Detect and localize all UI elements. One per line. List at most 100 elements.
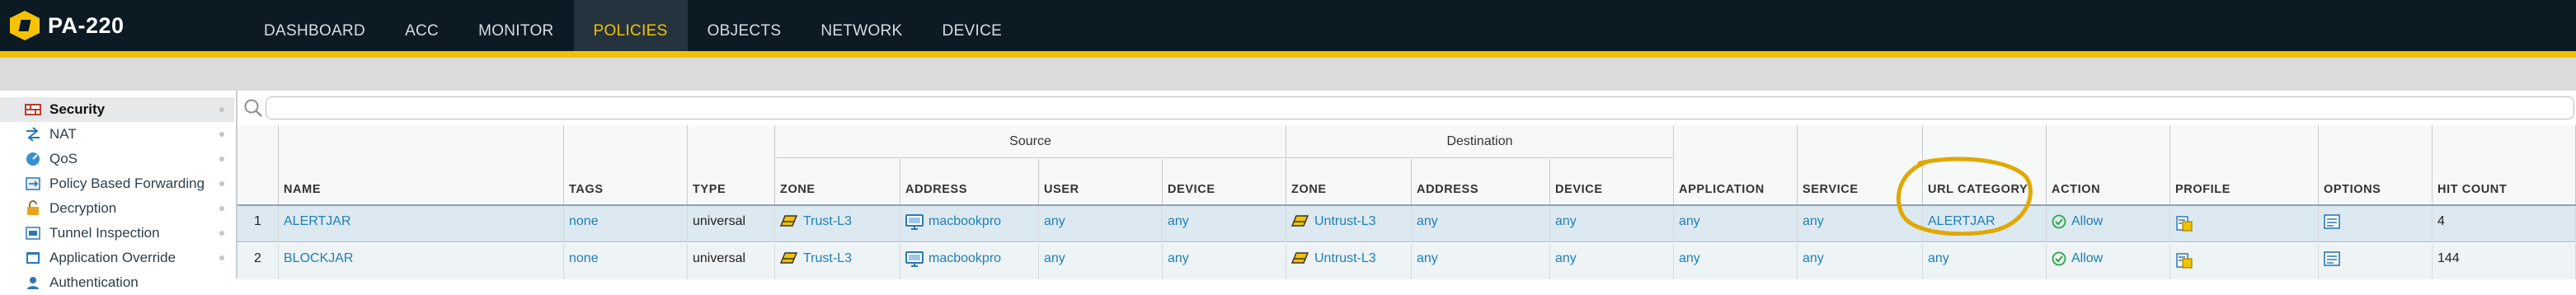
source-address[interactable]: macbookpro <box>900 243 1039 279</box>
sidebar-item-nat[interactable]: NAT <box>0 122 234 147</box>
source-zone[interactable]: Trust-L3 <box>775 206 900 242</box>
top-navigation-bar: PA-220 DASHBOARD ACC MONITOR POLICIES OB… <box>0 0 2576 51</box>
allow-check-icon <box>2052 214 2066 233</box>
rule-action[interactable]: Allow <box>2047 206 2170 242</box>
col-header-destination-address[interactable]: ADDRESS <box>1412 159 1550 204</box>
security-profile-icon <box>2175 251 2193 274</box>
destination-zone[interactable]: Untrust-L3 <box>1286 206 1412 242</box>
search-input[interactable] <box>266 96 2574 119</box>
source-address[interactable]: macbookpro <box>900 206 1039 242</box>
table-row[interactable]: 1 ALERTJAR none universal Trust-L3 macbo… <box>237 206 2576 242</box>
sidebar-item-label: Security <box>49 101 106 117</box>
col-header-service[interactable]: SERVICE <box>1798 125 1923 204</box>
application[interactable]: any <box>1674 206 1798 242</box>
sidebar-item-decryption[interactable]: Decryption <box>0 196 234 221</box>
service[interactable]: any <box>1798 206 1923 242</box>
source-address-label: macbookpro <box>928 251 1002 265</box>
status-dot <box>219 255 224 260</box>
host-icon <box>905 214 924 235</box>
col-header-source-user[interactable]: USER <box>1039 159 1163 204</box>
rule-name[interactable]: BLOCKJAR <box>279 243 564 279</box>
schedule-options-icon <box>2324 251 2340 270</box>
schedule-options-icon <box>2324 214 2340 233</box>
sidebar-item-tunnel-inspection[interactable]: Tunnel Inspection <box>0 221 234 246</box>
col-header-source-zone[interactable]: ZONE <box>775 159 900 204</box>
rule-tags[interactable]: none <box>564 206 688 242</box>
sidebar-item-label: Authentication <box>49 274 139 290</box>
col-header-name[interactable]: NAME <box>279 125 564 204</box>
col-header-profile[interactable]: PROFILE <box>2170 125 2319 204</box>
sidebar-item-authentication[interactable]: Authentication <box>0 270 234 295</box>
url-category[interactable]: any <box>1923 243 2047 279</box>
host-icon <box>905 251 924 272</box>
tab-dashboard[interactable]: DASHBOARD <box>244 0 385 51</box>
tab-objects[interactable]: OBJECTS <box>688 0 801 51</box>
col-header-url-category[interactable]: URL CATEGORY <box>1923 125 2047 204</box>
source-user[interactable]: any <box>1039 206 1163 242</box>
options-cell[interactable] <box>2319 206 2433 242</box>
destination-address[interactable]: any <box>1412 243 1550 279</box>
col-header-hit-count[interactable]: HIT COUNT <box>2433 125 2576 204</box>
security-rules-table: NAME TAGS TYPE Source ZONE ADDRESS USER … <box>237 125 2576 279</box>
sidebar-item-qos[interactable]: QoS <box>0 147 234 171</box>
options-cell[interactable] <box>2319 243 2433 279</box>
col-header-tags[interactable]: TAGS <box>564 125 688 204</box>
col-header-source-address[interactable]: ADDRESS <box>900 159 1039 204</box>
rule-name[interactable]: ALERTJAR <box>279 206 564 242</box>
rule-action-label: Allow <box>2071 251 2104 265</box>
sidebar-item-label: Tunnel Inspection <box>49 225 160 241</box>
search-icon[interactable] <box>242 97 264 119</box>
zone-icon <box>1290 214 1309 232</box>
sidebar-item-application-override[interactable]: Application Override <box>0 246 234 270</box>
destination-zone-label: Untrust-L3 <box>1314 251 1376 265</box>
col-header-destination-zone[interactable]: ZONE <box>1286 159 1412 204</box>
destination-device[interactable]: any <box>1550 243 1674 279</box>
sidebar-item-label: Policy Based Forwarding <box>49 176 205 191</box>
policy-sidebar: Security NAT QoS Policy Based Forwarding… <box>0 97 234 290</box>
status-dot <box>219 132 224 137</box>
decryption-icon <box>25 200 41 217</box>
col-header-action[interactable]: ACTION <box>2047 125 2170 204</box>
source-device[interactable]: any <box>1163 206 1286 242</box>
destination-address[interactable]: any <box>1412 206 1550 242</box>
tab-monitor[interactable]: MONITOR <box>458 0 573 51</box>
col-header-application[interactable]: APPLICATION <box>1674 125 1798 204</box>
table-row[interactable]: 2 BLOCKJAR none universal Trust-L3 macbo… <box>237 243 2576 279</box>
tab-network[interactable]: NETWORK <box>801 0 922 51</box>
zone-icon <box>1290 251 1309 269</box>
profile-cell[interactable] <box>2170 243 2319 279</box>
sidebar-item-security[interactable]: Security <box>0 97 234 122</box>
application[interactable]: any <box>1674 243 1798 279</box>
source-zone-label: Trust-L3 <box>803 214 852 228</box>
authentication-icon <box>25 274 41 291</box>
col-header-source-device[interactable]: DEVICE <box>1163 159 1286 204</box>
sidebar-item-policy-based-forwarding[interactable]: Policy Based Forwarding <box>0 171 234 196</box>
sidebar-item-label: NAT <box>49 126 77 142</box>
rule-type: universal <box>688 206 775 242</box>
tab-acc[interactable]: ACC <box>385 0 458 51</box>
sidebar-item-label: Decryption <box>49 200 117 216</box>
paloalto-logo-icon <box>10 11 40 40</box>
status-dot <box>219 206 224 211</box>
sidebar-item-label: Application Override <box>49 250 176 265</box>
col-header-options[interactable]: OPTIONS <box>2319 125 2433 204</box>
col-header-destination-device[interactable]: DEVICE <box>1550 159 1674 204</box>
destination-zone[interactable]: Untrust-L3 <box>1286 243 1412 279</box>
source-device[interactable]: any <box>1163 243 1286 279</box>
security-rules-icon <box>25 101 41 118</box>
col-header-type[interactable]: TYPE <box>688 125 775 204</box>
service[interactable]: any <box>1798 243 1923 279</box>
rule-action[interactable]: Allow <box>2047 243 2170 279</box>
profile-cell[interactable] <box>2170 206 2319 242</box>
source-zone[interactable]: Trust-L3 <box>775 243 900 279</box>
rule-number: 1 <box>237 206 279 242</box>
hit-count: 144 <box>2433 243 2576 279</box>
main-nav: DASHBOARD ACC MONITOR POLICIES OBJECTS N… <box>244 0 1022 51</box>
tab-device[interactable]: DEVICE <box>923 0 1022 51</box>
source-user[interactable]: any <box>1039 243 1163 279</box>
allow-check-icon <box>2052 251 2066 270</box>
tab-policies[interactable]: POLICIES <box>573 0 688 51</box>
url-category[interactable]: ALERTJAR <box>1923 206 2047 242</box>
destination-device[interactable]: any <box>1550 206 1674 242</box>
rule-tags[interactable]: none <box>564 243 688 279</box>
